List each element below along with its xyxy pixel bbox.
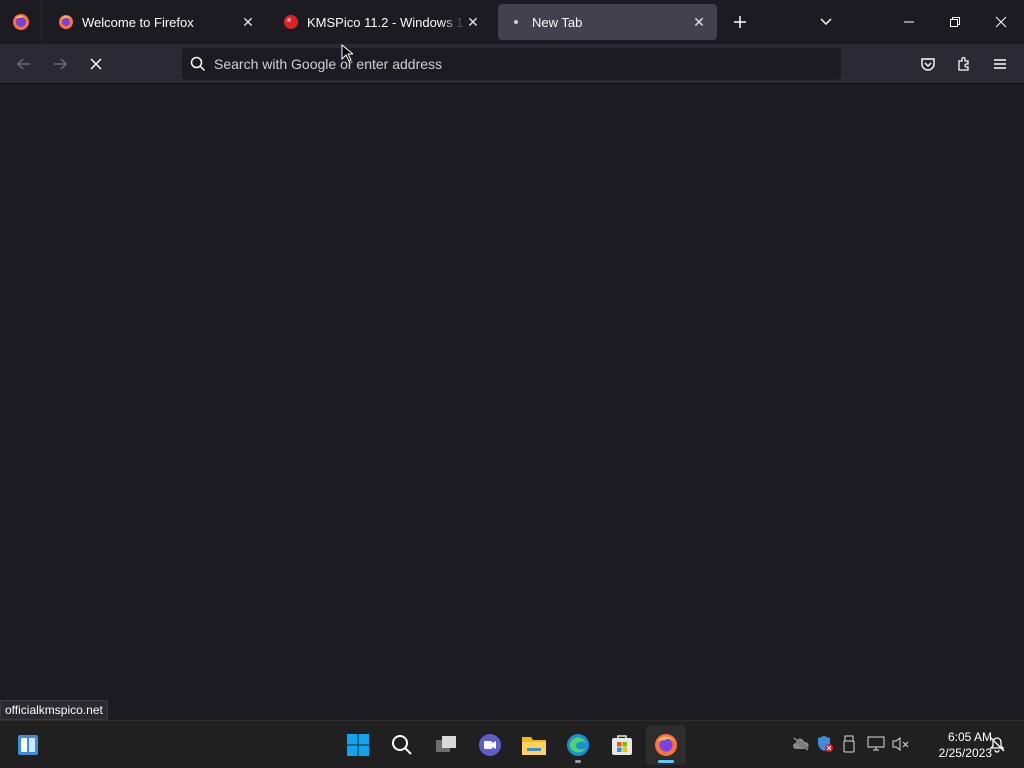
- loading-dot-icon: [508, 14, 524, 30]
- forward-arrow-icon: [52, 56, 68, 72]
- edge-icon: [566, 733, 590, 757]
- onedrive-offline-button[interactable]: [790, 733, 812, 755]
- firefox-logo-icon: [12, 13, 30, 31]
- search-button[interactable]: [382, 725, 422, 765]
- store-button[interactable]: [602, 725, 642, 765]
- url-input[interactable]: [214, 56, 841, 72]
- clock-date: 2/25/2023: [938, 746, 992, 760]
- tab-kmspico[interactable]: KMSPico 11.2 - Windows 11 & Office ✕: [273, 4, 491, 40]
- kmspico-favicon-icon: [283, 14, 299, 30]
- file-explorer-button[interactable]: [514, 725, 554, 765]
- running-indicator: [575, 760, 581, 763]
- cloud-off-icon: [792, 737, 810, 751]
- usb-device-button[interactable]: [838, 733, 860, 755]
- clock[interactable]: 6:05 AM 2/25/2023: [916, 729, 992, 761]
- pocket-icon: [920, 56, 936, 72]
- firefox-taskbar-button[interactable]: [646, 725, 686, 765]
- minimize-icon: [903, 16, 915, 28]
- extensions-button[interactable]: [950, 50, 978, 78]
- tab-close-button[interactable]: ✕: [240, 14, 256, 30]
- restore-icon: [949, 16, 961, 28]
- store-icon: [610, 733, 634, 757]
- tab-title: KMSPico 11.2 - Windows 11 & Office: [307, 14, 465, 30]
- stop-icon: [89, 57, 103, 71]
- network-button[interactable]: [865, 733, 887, 755]
- back-arrow-icon: [16, 56, 32, 72]
- teams-chat-button[interactable]: [470, 725, 510, 765]
- page-content: [0, 85, 1024, 720]
- close-icon: [995, 16, 1007, 28]
- address-bar[interactable]: [182, 48, 841, 80]
- minimize-button[interactable]: [886, 0, 932, 44]
- folder-icon: [521, 733, 547, 757]
- taskbar: 6:05 AM 2/25/2023: [0, 720, 1024, 768]
- network-icon: [867, 736, 885, 752]
- search-icon: [390, 733, 414, 757]
- close-window-button[interactable]: [978, 0, 1024, 44]
- firefox-view-button[interactable]: [0, 0, 42, 44]
- tab-new-tab[interactable]: New Tab ✕: [498, 4, 717, 40]
- restore-button[interactable]: [932, 0, 978, 44]
- notifications-button[interactable]: [986, 733, 1008, 755]
- chevron-down-icon: [819, 15, 833, 29]
- volume-muted-icon: [892, 736, 910, 752]
- extensions-icon: [956, 56, 972, 72]
- firefox-logo-icon: [654, 733, 678, 757]
- windows-logo-icon: [346, 733, 370, 757]
- clock-time: 6:05 AM: [947, 730, 992, 744]
- start-button[interactable]: [338, 725, 378, 765]
- tab-title: Welcome to Firefox: [82, 14, 194, 30]
- stop-button[interactable]: [82, 50, 110, 78]
- active-indicator: [658, 760, 674, 763]
- task-view-button[interactable]: [426, 725, 466, 765]
- plus-icon: [733, 15, 747, 29]
- list-all-tabs-button[interactable]: [812, 8, 840, 36]
- search-icon: [190, 56, 206, 72]
- firefox-favicon-icon: [58, 14, 74, 30]
- usb-icon: [842, 735, 856, 753]
- tab-bar: Welcome to Firefox ✕ KMSPico 11.2 - Wind…: [0, 0, 1024, 44]
- security-alert-button[interactable]: [814, 733, 836, 755]
- mouse-cursor-icon: [341, 44, 353, 62]
- teams-chat-icon: [478, 733, 502, 757]
- volume-button[interactable]: [890, 733, 912, 755]
- app-menu-button[interactable]: [986, 50, 1014, 78]
- tab-welcome[interactable]: Welcome to Firefox ✕: [48, 4, 266, 40]
- navigation-toolbar: [0, 44, 1024, 84]
- new-tab-button[interactable]: [726, 8, 754, 36]
- forward-button[interactable]: [46, 50, 74, 78]
- pocket-button[interactable]: [914, 50, 942, 78]
- shield-alert-icon: [816, 735, 834, 753]
- back-button[interactable]: [10, 50, 38, 78]
- edge-button[interactable]: [558, 725, 598, 765]
- tab-close-button[interactable]: ✕: [691, 14, 707, 30]
- task-view-icon: [434, 733, 458, 757]
- tab-title: New Tab: [532, 14, 583, 30]
- tab-close-button[interactable]: ✕: [465, 14, 481, 30]
- notification-bell-icon: [988, 735, 1006, 753]
- status-panel: officialkmspico.net: [0, 700, 108, 720]
- widgets-icon: [16, 733, 40, 757]
- widgets-button[interactable]: [8, 725, 48, 765]
- hamburger-menu-icon: [992, 56, 1008, 72]
